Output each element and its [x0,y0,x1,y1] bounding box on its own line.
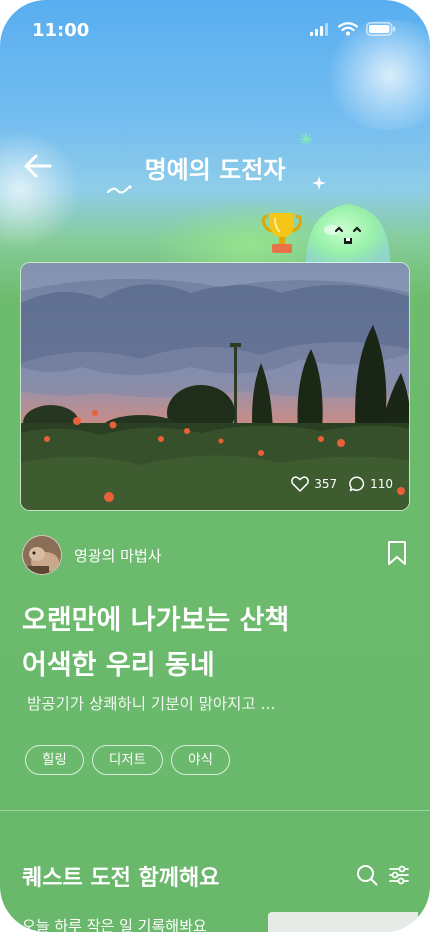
like-count: 357 [314,477,338,491]
wifi-icon [338,22,358,36]
post-description: 밤공기가 상쾌하니 기분이 맑아지고 ... [27,695,276,713]
swirl-icon [107,185,132,194]
post-photo[interactable]: 357 110 [20,262,410,511]
like-stat[interactable]: 357 [291,476,337,492]
author-row[interactable]: 영광의 마법사 [22,535,162,575]
trophy-icon [262,213,302,253]
post-title-line: 오랜만에 나가보는 산책 [22,605,290,636]
status-time: 11:00 [32,20,90,41]
post-title: 오랜만에 나가보는 산책 어색한 우리 동네 [22,598,412,688]
sparkle-icon [312,176,326,190]
phone-screen: 11:00 명예의 도전자 357 110 영광의 마법사 오랜만에 나가보는 … [0,0,430,932]
tag-chip[interactable]: 디저트 [91,745,164,775]
author-name[interactable]: 영광의 마법사 [74,545,162,566]
comment-count: 110 [370,477,393,491]
post-title-line: 어색한 우리 동네 [22,650,215,681]
cellular-signal-icon [310,23,328,36]
avatar[interactable] [22,535,62,575]
status-bar: 11:00 [0,0,430,60]
quest-item-title[interactable]: 오늘 하루 작은 일 기록해봐요 [22,915,207,932]
quest-section-title: 퀘스트 도전 함께해요 [22,866,220,891]
mascot-character [305,204,391,268]
post-stats: 357 110 [291,476,393,492]
page-title: 명예의 도전자 [144,156,286,184]
heart-icon [291,476,310,492]
header: 명예의 도전자 [0,140,430,190]
bookmark-icon[interactable] [386,540,408,566]
tag-chip[interactable]: 힐링 [25,745,84,775]
comment-icon [349,476,365,492]
sparkle-icon [300,133,312,145]
comment-stat[interactable]: 110 [349,476,393,492]
status-icons [310,22,396,36]
tag-chip[interactable]: 야식 [171,745,230,775]
tag-list: 힐링 디저트 야식 [25,745,230,775]
quest-thumbnail[interactable] [268,912,418,932]
filter-icon[interactable] [388,864,410,886]
battery-icon [366,22,396,36]
search-icon[interactable] [356,864,378,886]
section-divider [0,810,430,811]
